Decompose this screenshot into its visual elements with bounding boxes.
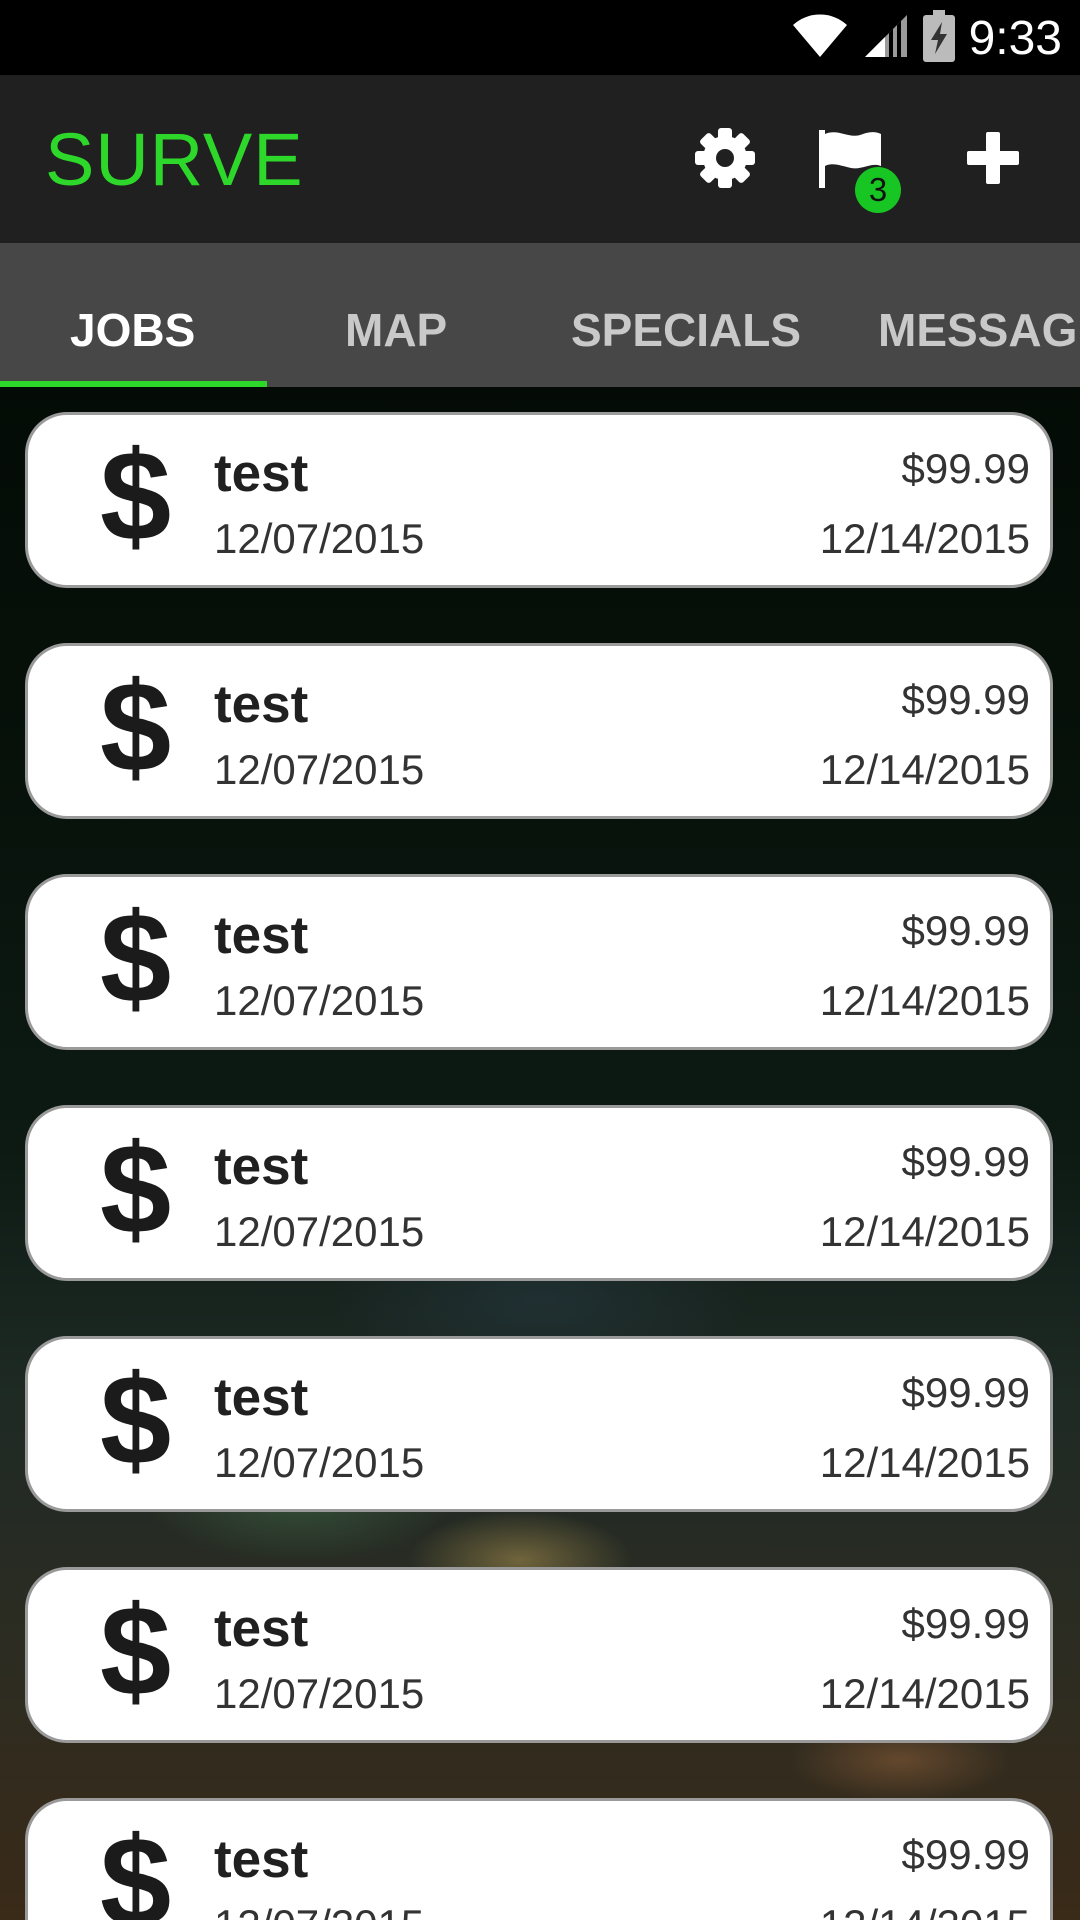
job-end-date: 12/14/2015 (819, 515, 1030, 562)
gear-icon (694, 127, 756, 194)
notifications-button[interactable]: 3 (805, 115, 901, 213)
dollar-icon: $ (100, 887, 172, 1030)
dollar-icon: $ (100, 1349, 172, 1492)
job-start-date: 12/07/2015 (214, 515, 425, 562)
job-card[interactable]: $ test 12/07/2015 $99.99 12/14/2015 (25, 1105, 1053, 1281)
tab-map[interactable]: MAP (345, 303, 447, 357)
dollar-icon: $ (100, 1811, 172, 1920)
dollar-icon: $ (100, 1118, 172, 1261)
job-title: test (214, 444, 309, 503)
job-title: test (214, 1368, 309, 1427)
job-end-date: 12/14/2015 (819, 1670, 1030, 1717)
job-end-date: 12/14/2015 (819, 1208, 1030, 1255)
job-price: $99.99 (901, 1831, 1030, 1878)
wifi-icon (791, 13, 849, 64)
job-start-date: 12/07/2015 (214, 977, 425, 1024)
settings-button[interactable] (680, 115, 770, 205)
job-start-date: 12/07/2015 (214, 1670, 425, 1717)
cell-signal-icon (863, 13, 909, 64)
app-title: SURVE (45, 118, 304, 201)
tab-jobs[interactable]: JOBS (70, 303, 195, 357)
job-price: $99.99 (901, 1600, 1030, 1647)
tab-bar: JOBS MAP SPECIALS MESSAG (0, 243, 1080, 387)
job-start-date: 12/07/2015 (214, 1901, 424, 1920)
dollar-icon: $ (100, 425, 172, 568)
notification-badge: 3 (855, 167, 901, 213)
tab-messages[interactable]: MESSAG (878, 303, 1077, 357)
dollar-icon: $ (100, 1580, 172, 1723)
job-card[interactable]: $ test 12/07/2015 $99.99 12/14/2015 (25, 1336, 1053, 1512)
job-price: $99.99 (901, 907, 1030, 954)
job-title: test (214, 906, 309, 965)
job-title: test (214, 675, 309, 734)
status-time: 9:33 (968, 11, 1062, 65)
add-button[interactable] (948, 115, 1038, 205)
job-price: $99.99 (901, 1138, 1030, 1185)
plus-icon (965, 130, 1021, 191)
dollar-icon: $ (100, 656, 172, 799)
jobs-list[interactable]: $ test 12/07/2015 $99.99 12/14/2015 $ te… (0, 387, 1080, 1920)
job-price: $99.99 (901, 1369, 1030, 1416)
job-card[interactable]: $ test 12/07/2015 $99.99 12/14/2015 (25, 412, 1053, 588)
job-card[interactable]: $ test 12/07/2015 $99.99 12/14/2015 (25, 643, 1053, 819)
battery-charging-icon (922, 9, 955, 67)
job-title: test (214, 1137, 309, 1196)
job-start-date: 12/07/2015 (214, 1208, 425, 1255)
job-title: test (214, 1599, 309, 1658)
job-end-date: 12/14/2015 (819, 977, 1030, 1024)
status-bar: 9:33 (0, 0, 1080, 75)
job-price: $99.99 (901, 676, 1030, 723)
tab-specials[interactable]: SPECIALS (571, 303, 801, 357)
job-price: $99.99 (901, 445, 1030, 492)
job-start-date: 12/07/2015 (214, 746, 425, 793)
job-card[interactable]: $ test 12/07/2015 $99.99 12/14/2015 (25, 874, 1053, 1050)
job-title: test (214, 1830, 309, 1889)
job-end-date: 12/14/2015 (819, 746, 1030, 793)
job-end-date: 12/14/2015 (819, 1439, 1030, 1486)
job-card[interactable]: $ test 12/07/2015 $99.99 12/14/2015 (25, 1567, 1053, 1743)
app-bar: SURVE 3 (0, 75, 1080, 243)
job-card[interactable]: $ test 12/07/2015 $99.99 12/14/2015 (25, 1798, 1053, 1920)
job-start-date: 12/07/2015 (214, 1439, 425, 1486)
job-end-date: 12/14/2015 (820, 1901, 1030, 1920)
